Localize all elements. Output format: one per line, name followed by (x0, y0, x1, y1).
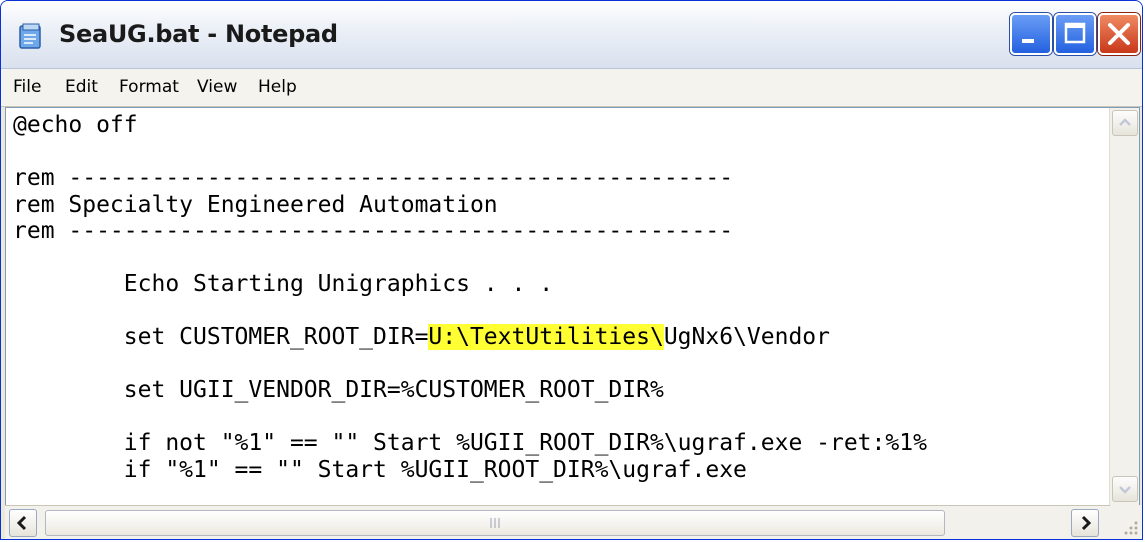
maximize-button[interactable] (1054, 13, 1096, 55)
notepad-window: SeaUG.bat - Notepad File Edit Format Vie… (0, 0, 1143, 540)
line-9: set CUSTOMER_ROOT_DIR= (13, 324, 429, 350)
title-bar[interactable]: SeaUG.bat - Notepad (1, 1, 1142, 69)
scroll-thumb[interactable] (45, 510, 945, 536)
minimize-icon (1022, 39, 1034, 43)
close-button[interactable] (1098, 13, 1140, 55)
grip-lines-icon (490, 518, 500, 528)
line-3: rem ------------------------------------… (13, 165, 734, 191)
resize-grip-icon (1124, 521, 1138, 535)
line-4: rem Specialty Engineered Automation (13, 191, 498, 218)
arrow-down-icon (1119, 486, 1131, 494)
menu-format[interactable]: Format (119, 77, 179, 97)
line-9-rest: UgNx6\Vendor (663, 324, 830, 350)
line-5: rem ------------------------------------… (13, 218, 734, 244)
scroll-up-button[interactable] (1112, 110, 1138, 136)
selected-text[interactable]: U:\TextUtilities\ (428, 324, 664, 350)
menu-bar: File Edit Format View Help (1, 69, 1142, 107)
line-13: if not "%1" == "" Start %UGII_ROOT_DIR%\… (13, 430, 927, 456)
maximize-icon (1064, 22, 1086, 44)
scroll-down-button[interactable] (1112, 476, 1138, 502)
menu-view[interactable]: View (197, 77, 237, 97)
line-7: Echo Starting Unigraphics . . . (13, 271, 554, 297)
close-icon (1108, 23, 1130, 45)
arrow-right-icon (1081, 515, 1092, 531)
arrow-left-icon (16, 515, 27, 531)
line-11: set UGII_VENDOR_DIR=%CUSTOMER_ROOT_DIR% (13, 377, 664, 403)
scroll-left-button[interactable] (9, 509, 37, 537)
menu-file[interactable]: File (13, 77, 41, 97)
notepad-icon (19, 23, 41, 49)
scroll-right-button[interactable] (1071, 509, 1099, 537)
horizontal-scrollbar[interactable] (5, 505, 1140, 539)
window-title: SeaUG.bat - Notepad (59, 20, 338, 48)
minimize-button[interactable] (1010, 13, 1052, 55)
vertical-scrollbar[interactable] (1109, 108, 1139, 518)
text-content[interactable]: @echo off rem --------------------------… (13, 112, 927, 483)
menu-help[interactable]: Help (258, 77, 297, 97)
resize-grip[interactable] (1110, 505, 1142, 539)
line-1: @echo off (13, 112, 138, 138)
line-14: if "%1" == "" Start %UGII_ROOT_DIR%\ugra… (13, 456, 747, 483)
arrow-up-icon (1119, 118, 1131, 126)
text-editor[interactable]: @echo off rem --------------------------… (5, 107, 1140, 519)
menu-edit[interactable]: Edit (65, 77, 98, 97)
